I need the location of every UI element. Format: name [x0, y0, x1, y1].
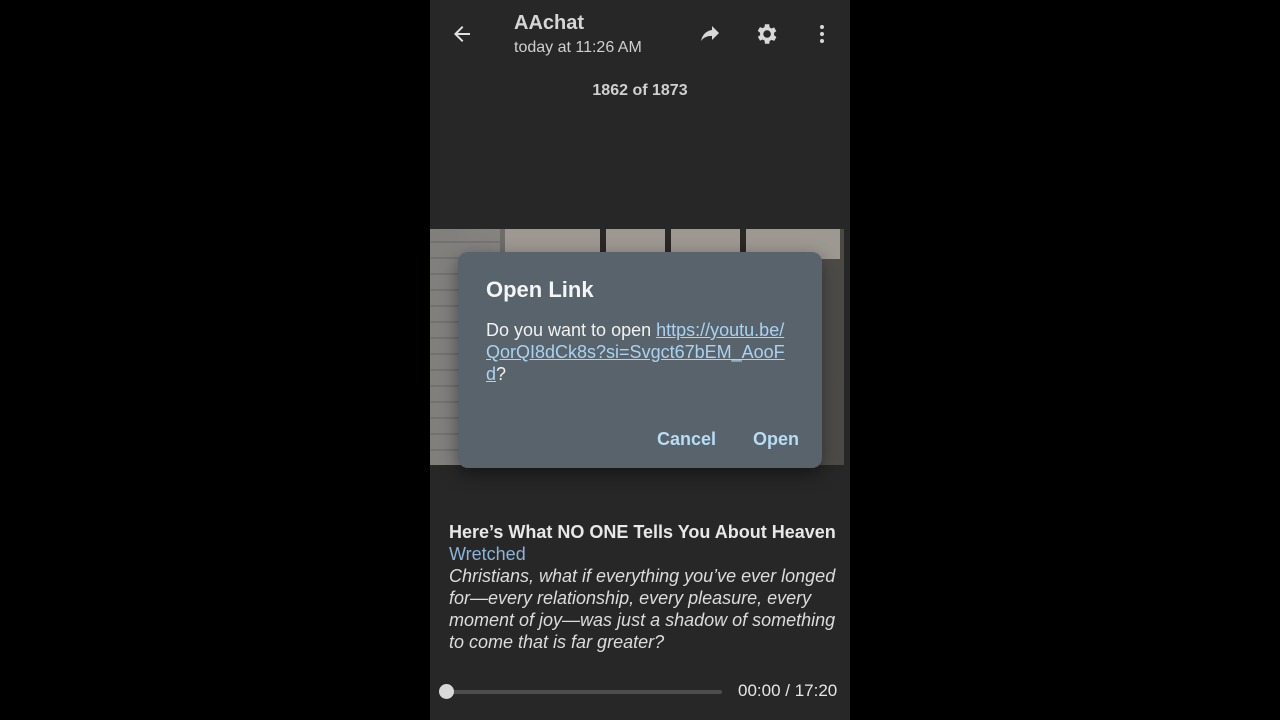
phone-screen: AAchat today at 11:26 AM 1862 of 1873 Op…: [430, 0, 850, 720]
dialog-title: Open Link: [486, 277, 594, 302]
channel-name[interactable]: Wretched: [449, 543, 839, 565]
dialog-suffix: ?: [496, 364, 507, 384]
open-button[interactable]: Open: [753, 429, 799, 450]
cancel-button[interactable]: Cancel: [657, 429, 716, 450]
dialog-message: Do you want to open https://youtu.be/Qor…: [486, 319, 786, 385]
seek-bar[interactable]: [446, 690, 722, 694]
video-title: Here’s What NO ONE Tells You About Heave…: [449, 522, 836, 542]
open-link-dialog: Open Link Do you want to open https://yo…: [458, 252, 822, 468]
video-info: Here’s What NO ONE Tells You About Heave…: [449, 521, 839, 653]
seek-handle[interactable]: [439, 684, 454, 699]
playback-time: 00:00 / 17:20: [738, 681, 838, 700]
video-description: Christians, what if everything you’ve ev…: [449, 566, 836, 652]
dialog-prefix: Do you want to open: [486, 320, 657, 340]
